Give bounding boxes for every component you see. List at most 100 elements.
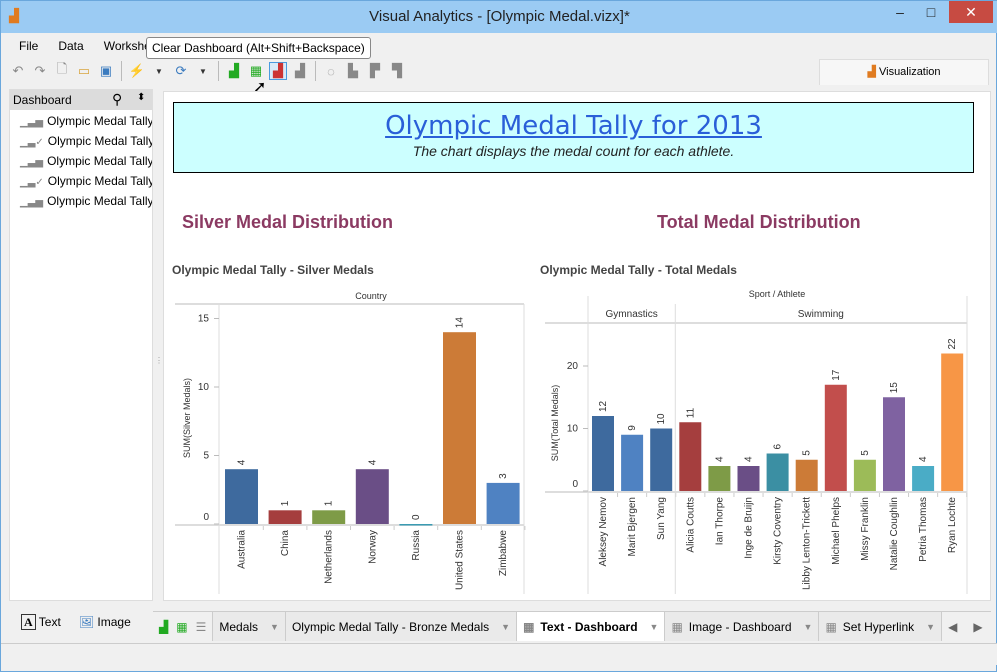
column-header: Country <box>355 291 387 301</box>
y-axis-label: SUM(Total Medals) <box>550 385 560 462</box>
close-button[interactable]: ✕ <box>949 1 993 23</box>
dropdown-icon[interactable]: ▼ <box>270 622 279 632</box>
bar-marit-bjergen <box>621 434 644 491</box>
search-icon[interactable]: ⚲ <box>112 91 122 108</box>
visualization-tab[interactable]: ▟ Visualization <box>819 59 989 85</box>
toolbar-separator <box>315 61 316 81</box>
dropdown-icon[interactable]: ▼ <box>926 622 935 632</box>
list-item[interactable]: ▁▃▅ Olympic Medal Tally <box>10 112 152 132</box>
item-label: Olympic Medal Tally ... <box>47 194 152 208</box>
scroll-left-icon[interactable]: ◀ <box>948 620 957 634</box>
scroll-right-icon[interactable]: ▶ <box>973 620 982 634</box>
tab-image-dashboard[interactable]: ▦ Image - Dashboard ▼ <box>665 612 820 641</box>
data-label: 12 <box>598 400 609 412</box>
worksheet-icon: ▁▃▅ <box>20 197 44 208</box>
undo-icon[interactable]: ↶ <box>9 62 27 80</box>
item-label: Olympic Medal Tally ... <box>47 134 152 148</box>
data-label: 11 <box>685 407 696 418</box>
lasso-icon[interactable]: ◌ <box>322 62 340 80</box>
total-medals-chart: Sport / Athlete SUM(Total Medals) 0 10 20 1… <box>545 289 968 594</box>
dropdown-icon[interactable]: ▼ <box>650 622 659 632</box>
dashboard-subtitle: The chart displays the medal count for e… <box>412 143 735 159</box>
category-label: Inge de Bruijn <box>744 497 755 559</box>
data-label: 4 <box>367 459 378 465</box>
bar-sun-yang <box>650 428 673 491</box>
image-button-label: Image <box>97 615 131 629</box>
text-button-label: Text <box>38 614 61 629</box>
maximize-button[interactable]: □ <box>916 1 946 23</box>
new-file-icon[interactable]: 🗋 <box>53 61 71 80</box>
data-label: 22 <box>947 338 958 350</box>
y-tick-label: 0 <box>572 479 578 490</box>
y-tick-label: 10 <box>567 424 579 435</box>
y-tick-label: 0 <box>203 512 209 523</box>
worksheet-checked-icon: ▁▃✓ <box>20 137 44 148</box>
y-tick-label: 10 <box>198 382 210 393</box>
category-label: Marit Bjergen <box>627 497 638 556</box>
image-object-button[interactable]: 🖼 Image <box>79 615 131 629</box>
category-label: Norway <box>367 530 378 564</box>
tab-bronze-medals[interactable]: Olympic Medal Tally - Bronze Medals ▼ <box>285 612 518 641</box>
panel-header: Dashboard ⚲ ⬍ <box>10 90 152 110</box>
category-label: Kirsty Coventry <box>773 497 784 565</box>
dropdown-icon[interactable]: ▼ <box>501 622 510 632</box>
sort-ascending-icon[interactable]: ▙ <box>344 62 362 80</box>
tab-actions: ▟ ▦ ☰ <box>153 612 214 641</box>
tab-set-hyperlink[interactable]: ▦ Set Hyperlink ▼ <box>819 612 943 641</box>
worksheet-icon: ▁▃▅ <box>20 157 44 168</box>
category-label: Ryan Lochte <box>947 497 958 554</box>
dropdown-icon[interactable]: ▼ <box>150 62 168 80</box>
group-icon[interactable]: ▜ <box>388 62 406 80</box>
dropdown-icon[interactable]: ▼ <box>804 622 813 632</box>
dashboard-icon: ▦ <box>671 619 683 634</box>
item-label: Olympic Medal Tally ... <box>47 174 152 188</box>
data-label: 1 <box>280 500 291 506</box>
tab-silver-medals[interactable]: Medals ▼ <box>213 612 286 641</box>
data-label: 17 <box>831 369 842 381</box>
sheet-tabs: ▟ ▦ ☰ Medals ▼ Olympic Medal Tally - Bron… <box>153 611 991 641</box>
window-title: Visual Analytics - [Olympic Medal.vizx]* <box>369 8 630 25</box>
tab-text-dashboard[interactable]: ▦ Text - Dashboard ▼ <box>517 612 666 641</box>
new-worksheet-icon[interactable]: ▟ <box>225 62 243 80</box>
dashboard-title-link[interactable]: Olympic Medal Tally for 2013 <box>174 111 973 141</box>
text-object-button[interactable]: A Text <box>21 613 61 630</box>
toolbar-separator <box>218 61 219 81</box>
open-folder-icon[interactable]: ▭ <box>75 62 93 80</box>
dashboard-panel: Dashboard ⚲ ⬍ ▁▃▅ Olympic Medal Tally ▁▃✓… <box>9 89 153 601</box>
data-label: 6 <box>773 444 784 450</box>
list-item[interactable]: ▁▃✓Olympic Medal Tally ... <box>10 172 152 192</box>
clear-dashboard-icon[interactable]: ▟ <box>269 62 287 80</box>
splitter-handle[interactable]: ⋮ <box>155 356 163 365</box>
category-label: Zimbabwe <box>498 530 509 577</box>
list-item[interactable]: ▁▃▅Olympic Medal Tally ... <box>10 152 152 172</box>
connect-icon[interactable]: ⚡ <box>128 62 146 80</box>
redo-icon[interactable]: ↷ <box>31 62 49 80</box>
chart-icon[interactable]: ▟ <box>291 62 309 80</box>
bar-michael-phelps <box>824 384 847 491</box>
new-dashboard-icon[interactable]: ▦ <box>176 620 187 634</box>
save-icon[interactable]: ▣ <box>97 62 115 80</box>
list-item[interactable]: ▁▃✓Olympic Medal Tally ... <box>10 132 152 152</box>
menu-file[interactable]: File <box>9 37 48 57</box>
toolbar-separator <box>121 61 122 81</box>
tooltip: Clear Dashboard (Alt+Shift+Backspace) <box>146 37 371 59</box>
tab-list-icon[interactable]: ☰ <box>196 620 207 634</box>
sort-icon[interactable]: ⬍ <box>137 92 145 103</box>
bar-libby-lenton-trickett <box>795 459 818 491</box>
new-worksheet-icon[interactable]: ▟ <box>159 620 168 634</box>
category-label: Aleksey Nemov <box>598 497 609 566</box>
group-header-swimming: Swimming <box>798 309 844 320</box>
refresh-icon[interactable]: ⟳ <box>172 62 190 80</box>
data-label: 3 <box>498 473 509 479</box>
bar-alicia-coutts <box>679 422 702 491</box>
minimize-button[interactable]: – <box>885 1 915 23</box>
tab-label: Image - Dashboard <box>688 619 792 634</box>
y-tick-label: 20 <box>567 361 579 372</box>
list-item[interactable]: ▁▃▅Olympic Medal Tally ... <box>10 192 152 212</box>
section-heading-silver: Silver Medal Distribution <box>182 212 394 232</box>
bar-united-states <box>443 332 476 524</box>
sort-descending-icon[interactable]: ▛ <box>366 62 384 80</box>
dropdown-icon[interactable]: ▼ <box>194 62 212 80</box>
menu-data[interactable]: Data <box>48 37 93 57</box>
bar-netherlands <box>312 510 346 524</box>
